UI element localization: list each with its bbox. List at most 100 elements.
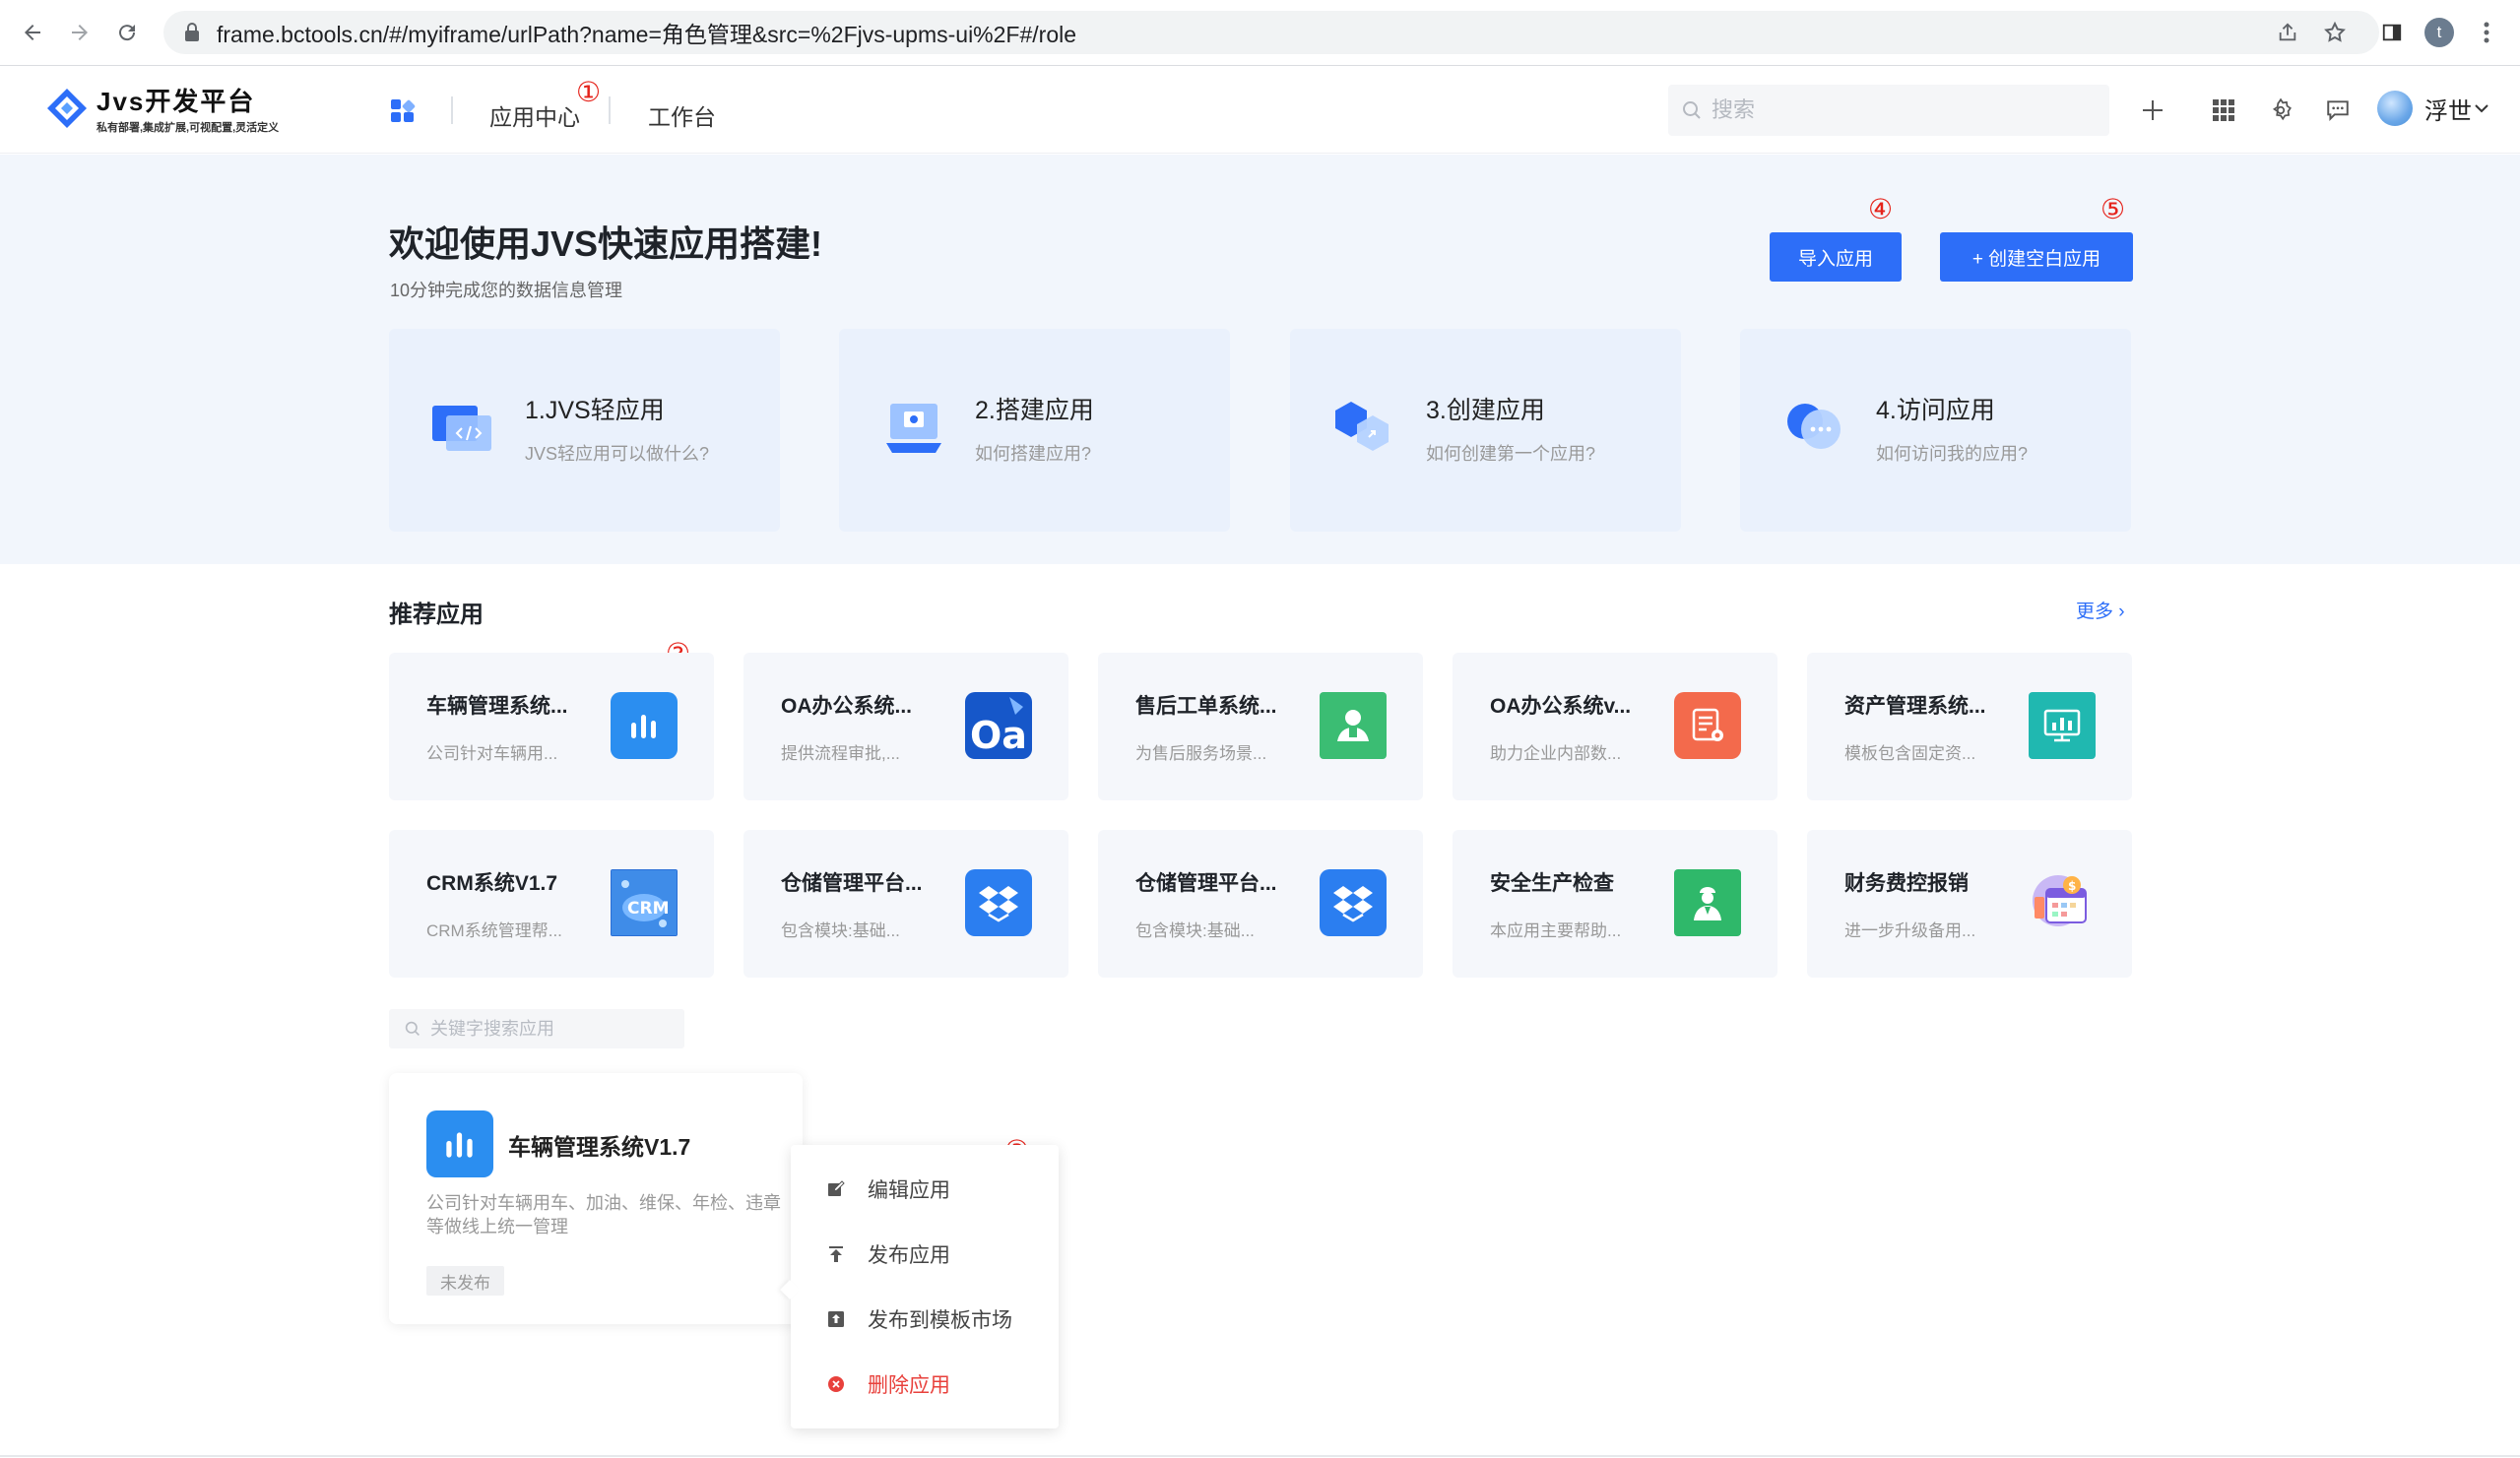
menu-item-publish-app[interactable]: 发布应用 [791, 1230, 1059, 1279]
document-gear-icon [1674, 692, 1741, 759]
nav-divider [609, 96, 611, 124]
import-app-button[interactable]: 导入应用 [1770, 232, 1902, 282]
recommended-app-card[interactable]: 仓储管理平台... 包含模块:基础... [1098, 830, 1423, 978]
logo-title: Jvs开发平台 [97, 87, 256, 116]
crm-illustration-icon: CRM [611, 869, 678, 936]
menu-item-edit-app[interactable]: 编辑应用 [791, 1165, 1059, 1214]
bar-chart-icon [426, 1110, 493, 1177]
app-name: 财务费控报销 [1844, 872, 1969, 895]
app-desc: CRM系统管理帮... [426, 921, 562, 940]
settings-gear-icon[interactable] [2263, 93, 2298, 128]
worker-person-icon [1674, 869, 1741, 936]
app-name: CRM系统V1.7 [426, 872, 558, 895]
recommended-app-card[interactable]: CRM系统V1.7 CRM系统管理帮... CRM [389, 830, 714, 978]
create-blank-app-button[interactable]: + 创建空白应用 [1940, 232, 2133, 282]
dropbox-box-icon [965, 869, 1032, 936]
back-icon[interactable] [16, 16, 49, 49]
svg-text:Oa: Oa [970, 714, 1027, 757]
guide-desc: 如何搭建应用? [975, 444, 1092, 464]
hexagon-link-icon [1335, 402, 1389, 451]
reload-icon[interactable] [110, 16, 144, 49]
more-link[interactable]: 更多 › [2076, 597, 2125, 623]
guide-title: 3.创建应用 [1426, 397, 1545, 424]
page-title: 欢迎使用JVS快速应用搭建! [389, 223, 823, 264]
app-header: Jvs开发平台 私有部署,集成扩展,可视配置,灵活定义 应用中心 ① 工作台 浮… [0, 67, 2520, 154]
grid-menu-icon[interactable] [2206, 93, 2241, 128]
app-name: 售后工单系统... [1135, 695, 1277, 718]
recommended-app-card[interactable]: OA办公系统... 提供流程审批,... Oa [743, 653, 1068, 800]
keyword-search-input[interactable] [430, 1018, 677, 1040]
user-name: 浮世 [2424, 97, 2472, 125]
recommended-app-card[interactable]: 资产管理系统... 模板包含固定资... [1807, 653, 2132, 800]
nav-workbench[interactable]: 工作台 [648, 98, 716, 132]
bar-chart-icon [611, 692, 678, 759]
guide-title: 4.访问应用 [1876, 397, 1995, 424]
app-context-menu: 编辑应用 发布应用 发布到模板市场 删除应用 [791, 1145, 1059, 1428]
guide-title: 2.搭建应用 [975, 397, 1094, 424]
app-desc: 公司针对车辆用车、加油、维保、年检、违章等做线上统一管理 [426, 1193, 781, 1236]
url-text: frame.bctools.cn/#/myiframe/urlPath?name… [217, 22, 1077, 47]
menu-item-label: 编辑应用 [868, 1179, 950, 1202]
recommended-app-card[interactable]: 安全生产检查 本应用主要帮助... [1453, 830, 1777, 978]
app-name: 资产管理系统... [1844, 695, 1986, 718]
menu-item-publish-template[interactable]: 发布到模板市场 [791, 1295, 1059, 1344]
upload-box-icon [826, 1309, 846, 1329]
annotation-marker-5: ⑤ [2100, 194, 2126, 224]
guide-title: 1.JVS轻应用 [525, 397, 665, 424]
global-search[interactable] [1668, 85, 2109, 136]
nav-app-center[interactable]: 应用中心 [489, 98, 580, 132]
recommended-app-card[interactable]: 财务费控报销 进一步升级备用... $ [1807, 830, 2132, 978]
finance-calendar-icon: $ [2029, 869, 2096, 936]
annotation-marker-1: ① [576, 77, 602, 107]
oa-logo-icon: Oa [965, 692, 1032, 759]
app-name: OA办公系统... [781, 695, 913, 718]
annotation-marker-4: ④ [1868, 194, 1894, 224]
app-keyword-search[interactable] [389, 1009, 684, 1048]
logo-mark-icon [47, 89, 87, 128]
guide-desc: 如何创建第一个应用? [1426, 444, 1596, 464]
my-app-card[interactable]: 车辆管理系统V1.7 公司针对车辆用车、加油、维保、年检、违章等做线上统一管理 … [389, 1073, 803, 1324]
menu-item-delete-app[interactable]: 删除应用 [791, 1360, 1059, 1409]
guide-card-access-app[interactable]: 4.访问应用 如何访问我的应用? [1740, 329, 2131, 532]
recommended-app-card[interactable]: 车辆管理系统... 公司针对车辆用... [389, 653, 714, 800]
user-menu[interactable]: 浮世 [2377, 91, 2491, 126]
app-desc: 本应用主要帮助... [1490, 921, 1622, 940]
message-icon[interactable] [2320, 93, 2356, 128]
service-person-icon [1320, 692, 1387, 759]
guide-card-build-app[interactable]: 2.搭建应用 如何搭建应用? [839, 329, 1230, 532]
status-badge: 未发布 [426, 1266, 504, 1296]
monitor-chart-icon [2029, 692, 2096, 759]
app-name: 车辆管理系统... [426, 695, 568, 718]
app-grid-icon[interactable] [390, 98, 416, 124]
svg-text:CRM: CRM [627, 899, 669, 919]
menu-item-label: 删除应用 [868, 1374, 950, 1397]
recommended-app-card[interactable]: 仓储管理平台... 包含模块:基础... [743, 830, 1068, 978]
address-bar[interactable]: frame.bctools.cn/#/myiframe/urlPath?name… [163, 11, 2379, 54]
browser-toolbar: frame.bctools.cn/#/myiframe/urlPath?name… [0, 0, 2520, 66]
forward-icon[interactable] [63, 16, 97, 49]
side-panel-icon[interactable] [2375, 16, 2409, 49]
guide-card-light-app[interactable]: 1.JVS轻应用 JVS轻应用可以做什么? [389, 329, 780, 532]
add-icon[interactable] [2135, 93, 2170, 128]
more-vert-icon[interactable] [2470, 16, 2503, 49]
recommended-app-card[interactable]: OA办公系统v... 助力企业内部数... [1453, 653, 1777, 800]
guide-card-create-app[interactable]: 3.创建应用 如何创建第一个应用? [1290, 329, 1681, 532]
code-window-icon [432, 406, 491, 451]
page-subtitle: 10分钟完成您的数据信息管理 [390, 281, 623, 300]
dropbox-box-icon [1320, 869, 1387, 936]
app-desc: 提供流程审批,... [781, 744, 900, 763]
bookmark-star-icon[interactable] [2318, 16, 2352, 49]
search-input[interactable] [1712, 97, 2086, 123]
app-desc: 为售后服务场景... [1135, 744, 1267, 763]
nav-divider [451, 96, 453, 124]
share-icon[interactable] [2271, 16, 2304, 49]
search-icon [1683, 101, 1701, 119]
app-desc: 包含模块:基础... [1135, 921, 1255, 940]
profile-avatar[interactable]: t [2423, 16, 2456, 49]
svg-text:$: $ [2068, 879, 2076, 893]
recommended-app-card[interactable]: 售后工单系统... 为售后服务场景... [1098, 653, 1423, 800]
lock-icon [181, 22, 203, 43]
logo[interactable]: Jvs开发平台 私有部署,集成扩展,可视配置,灵活定义 [45, 85, 279, 134]
upload-icon [826, 1244, 846, 1264]
guide-desc: 如何访问我的应用? [1876, 444, 2029, 464]
